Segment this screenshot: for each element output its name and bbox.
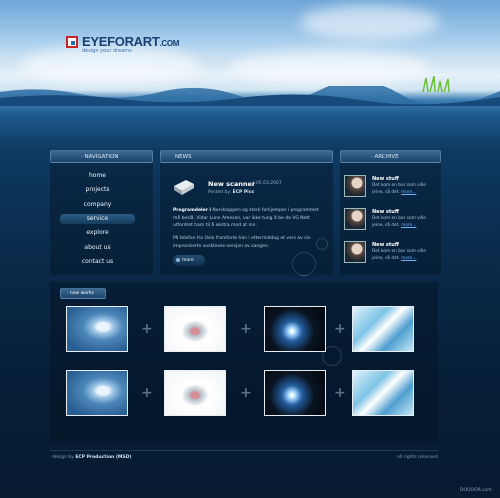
navigation-header: · NAVIGATION (50, 150, 153, 163)
logo-mark-icon (66, 36, 78, 48)
archive-more-link[interactable]: more... (401, 223, 416, 228)
watermark: DOOOOR.com (460, 488, 492, 493)
plus-icon: + (141, 385, 153, 401)
nav-item-about-us[interactable]: about us (50, 243, 145, 253)
archive-item-text: Det kom en bar som ville jeine, så det. … (372, 216, 426, 228)
archive-item-text: Det kom en bar som ville jeine, så det. … (372, 183, 426, 195)
nav-item-company[interactable]: company (50, 200, 145, 210)
news-panel: NEWS New scanner | 05.03.2007 Posted by:… (160, 150, 333, 275)
archive-item[interactable]: New stuff Det kom en bar som ville jeine,… (344, 241, 436, 267)
archive-thumbnail[interactable] (344, 241, 366, 263)
lips-image[interactable] (164, 370, 226, 416)
archive-item-text: Det kom en bar som ville jeine, så det. … (372, 249, 426, 261)
news-paragraph-2: På telefon fra Oslo framforte han i ette… (173, 236, 311, 249)
new-works-section: · new works + + + + + + (50, 282, 438, 442)
logo-text: EYEFORART.COM (82, 34, 180, 49)
archive-item-title[interactable]: New stuff (372, 242, 399, 248)
aqua-landscape-image[interactable] (352, 306, 414, 352)
news-posted-by: Posted by: ECP Pics (208, 190, 255, 195)
grass-icon (422, 76, 450, 92)
news-headline[interactable]: New scanner (208, 180, 255, 188)
plus-icon: + (334, 321, 346, 337)
nav-item-service[interactable]: service (60, 213, 135, 224)
archive-thumbnail[interactable] (344, 175, 366, 197)
plus-icon: + (240, 385, 252, 401)
news-paragraph-1: Programdeler i Norskloppen og sterk fork… (173, 208, 319, 228)
plus-icon: + (240, 321, 252, 337)
nav-item-explore[interactable]: explore (50, 228, 145, 238)
archive-thumbnail[interactable] (344, 208, 366, 230)
nav-item-contact-us[interactable]: contact us (50, 257, 145, 267)
nav-item-home[interactable]: home (50, 171, 145, 181)
aqua-landscape-image[interactable] (352, 370, 414, 416)
space-explosion-image[interactable] (264, 370, 326, 416)
plus-icon: + (334, 385, 346, 401)
space-explosion-image[interactable] (264, 306, 326, 352)
archive-item[interactable]: New stuff Det kom en bar som ville jeine,… (344, 175, 436, 201)
archive-panel: · ARCHIVE New stuff Det kom en bar som vi… (340, 150, 441, 275)
archive-more-link[interactable]: more... (401, 190, 416, 195)
archive-item-title[interactable]: New stuff (372, 209, 399, 215)
news-date: | 05.03.2007 (253, 181, 282, 186)
news-header: NEWS (160, 150, 333, 163)
news-more-button[interactable]: more (173, 255, 205, 266)
nav-item-projects[interactable]: projects (50, 185, 145, 195)
archive-header: · ARCHIVE (340, 150, 441, 163)
navigation-panel: · NAVIGATION home projects company service e… (50, 150, 153, 275)
cloud (230, 50, 430, 85)
cloud (300, 5, 440, 40)
face-headphones-image[interactable] (66, 306, 128, 352)
plus-icon: + (141, 321, 153, 337)
footer-rights: all rights reserved (397, 455, 438, 460)
scanner-icon (174, 180, 194, 195)
face-headphones-image[interactable] (66, 370, 128, 416)
new-works-header: · new works (60, 288, 106, 299)
lips-image[interactable] (164, 306, 226, 352)
archive-more-link[interactable]: more... (401, 256, 416, 261)
archive-item-title[interactable]: New stuff (372, 176, 399, 182)
logo-tagline: design your dreams (82, 48, 132, 54)
footer-credit: design by ECP Production (MSD) (52, 455, 132, 460)
archive-item[interactable]: New stuff Det kom en bar som ville jeine,… (344, 208, 436, 234)
footer-divider (50, 450, 438, 451)
